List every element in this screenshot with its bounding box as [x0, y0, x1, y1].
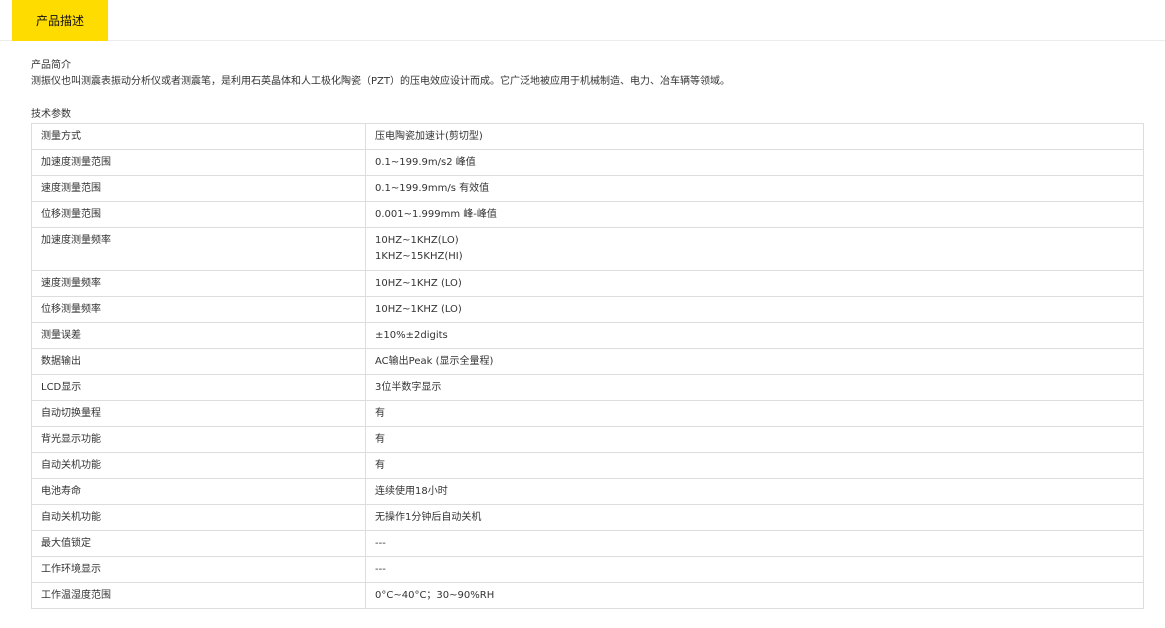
param-value-line: 0.001~1.999mm 峰-峰值 — [375, 208, 497, 220]
param-value: ±10%±2digits — [365, 322, 1144, 349]
param-value: 连续使用18小时 — [365, 478, 1144, 505]
param-value-line: --- — [375, 563, 386, 575]
param-value: 0.1~199.9mm/s 有效值 — [365, 175, 1144, 202]
tab-bar: 产品描述 — [0, 0, 1165, 41]
param-value-line: 0°C~40°C；30~90%RH — [375, 589, 495, 601]
param-label: 位移测量频率 — [31, 296, 366, 323]
tab-product-description[interactable]: 产品描述 — [12, 0, 108, 41]
param-value-line: 3位半数字显示 — [375, 381, 442, 393]
param-value-line: 连续使用18小时 — [375, 485, 448, 497]
param-value: 无操作1分钟后自动关机 — [365, 504, 1144, 531]
param-value: 0.1~199.9m/s2 峰值 — [365, 149, 1144, 176]
table-row: 加速度测量频率 10HZ~1KHZ(LO) 1KHZ~15KHZ(HI) — [31, 227, 1144, 271]
param-value: 10HZ~1KHZ (LO) — [365, 296, 1144, 323]
param-value: AC输出Peak (显示全量程) — [365, 348, 1144, 375]
param-value: 10HZ~1KHZ (LO) — [365, 270, 1144, 297]
param-value-line: 1KHZ~15KHZ(HI) — [375, 251, 463, 262]
table-row: 测量误差 ±10%±2digits — [31, 322, 1144, 349]
table-row: 速度测量范围 0.1~199.9mm/s 有效值 — [31, 175, 1144, 202]
table-row: 位移测量频率 10HZ~1KHZ (LO) — [31, 296, 1144, 323]
intro-title: 产品简介 — [31, 60, 71, 71]
table-row: LCD显示 3位半数字显示 — [31, 374, 1144, 401]
param-value-line: 10HZ~1KHZ (LO) — [375, 303, 462, 315]
param-value-line: 无操作1分钟后自动关机 — [375, 511, 482, 523]
param-value: 压电陶瓷加速计(剪切型) — [365, 123, 1144, 150]
table-row: 背光显示功能有 — [31, 426, 1144, 453]
table-row: 工作温湿度范围 0°C~40°C；30~90%RH — [31, 582, 1144, 609]
param-value: 3位半数字显示 — [365, 374, 1144, 401]
param-value: 有 — [365, 426, 1144, 453]
spec-table: 测量方式 压电陶瓷加速计(剪切型) 加速度测量范围 0.1~199.9m/s2 峰值速… — [31, 123, 1144, 609]
param-value: --- — [365, 530, 1144, 557]
param-label: 电池寿命 — [31, 478, 366, 505]
intro-text: 测振仪也叫测震表振动分析仪或者测震笔，是利用石英晶体和人工极化陶瓷（PZT）的压… — [31, 76, 730, 87]
param-value: 10HZ~1KHZ(LO) 1KHZ~15KHZ(HI) — [365, 227, 1144, 271]
param-value-line: --- — [375, 537, 386, 549]
param-value-line: 0.1~199.9m/s2 峰值 — [375, 156, 476, 168]
param-value-line: 10HZ~1KHZ (LO) — [375, 277, 462, 289]
param-value: 有 — [365, 400, 1144, 427]
param-value-line: 有 — [375, 459, 385, 471]
param-label: 加速度测量范围 — [31, 149, 366, 176]
param-label: 最大值锁定 — [31, 530, 366, 557]
param-value: 0.001~1.999mm 峰-峰值 — [365, 201, 1144, 228]
param-label: 自动切换量程 — [31, 400, 366, 427]
table-row: 自动切换量程有 — [31, 400, 1144, 427]
table-row: 自动关机功能有 — [31, 452, 1144, 479]
table-row: 测量方式 压电陶瓷加速计(剪切型) — [31, 123, 1144, 150]
param-value-line: ±10%±2digits — [375, 329, 448, 341]
param-value-line: 10HZ~1KHZ(LO) — [375, 235, 459, 246]
param-label: LCD显示 — [31, 374, 366, 401]
param-label: 速度测量频率 — [31, 270, 366, 297]
param-value-line: 压电陶瓷加速计(剪切型) — [375, 130, 483, 142]
param-value-line: 有 — [375, 407, 385, 419]
table-row: 加速度测量范围 0.1~199.9m/s2 峰值 — [31, 149, 1144, 176]
param-value-line: AC输出Peak (显示全量程) — [375, 355, 494, 367]
param-value-line: 有 — [375, 433, 385, 445]
params-title: 技术参数 — [31, 109, 71, 120]
param-value: --- — [365, 556, 1144, 583]
table-row: 电池寿命 连续使用18小时 — [31, 478, 1144, 505]
param-value-line: 0.1~199.9mm/s 有效值 — [375, 182, 490, 194]
table-row: 数据输出 AC输出Peak (显示全量程) — [31, 348, 1144, 375]
param-value: 有 — [365, 452, 1144, 479]
param-label: 自动关机功能 — [31, 504, 366, 531]
param-label: 速度测量范围 — [31, 175, 366, 202]
param-label: 工作环境显示 — [31, 556, 366, 583]
table-row: 自动关机功能 无操作1分钟后自动关机 — [31, 504, 1144, 531]
param-label: 测量误差 — [31, 322, 366, 349]
param-label: 工作温湿度范围 — [31, 582, 366, 609]
param-label: 自动关机功能 — [31, 452, 366, 479]
param-label: 加速度测量频率 — [31, 227, 366, 271]
table-row: 位移测量范围 0.001~1.999mm 峰-峰值 — [31, 201, 1144, 228]
spec-table-body: 测量方式 压电陶瓷加速计(剪切型) 加速度测量范围 0.1~199.9m/s2 峰值速… — [31, 123, 1144, 609]
param-label: 背光显示功能 — [31, 426, 366, 453]
param-label: 位移测量范围 — [31, 201, 366, 228]
param-label: 测量方式 — [31, 123, 366, 150]
table-row: 最大值锁定 --- — [31, 530, 1144, 557]
table-row: 工作环境显示 --- — [31, 556, 1144, 583]
param-value: 0°C~40°C；30~90%RH — [365, 582, 1144, 609]
param-label: 数据输出 — [31, 348, 366, 375]
table-row: 速度测量频率 10HZ~1KHZ (LO) — [31, 270, 1144, 297]
